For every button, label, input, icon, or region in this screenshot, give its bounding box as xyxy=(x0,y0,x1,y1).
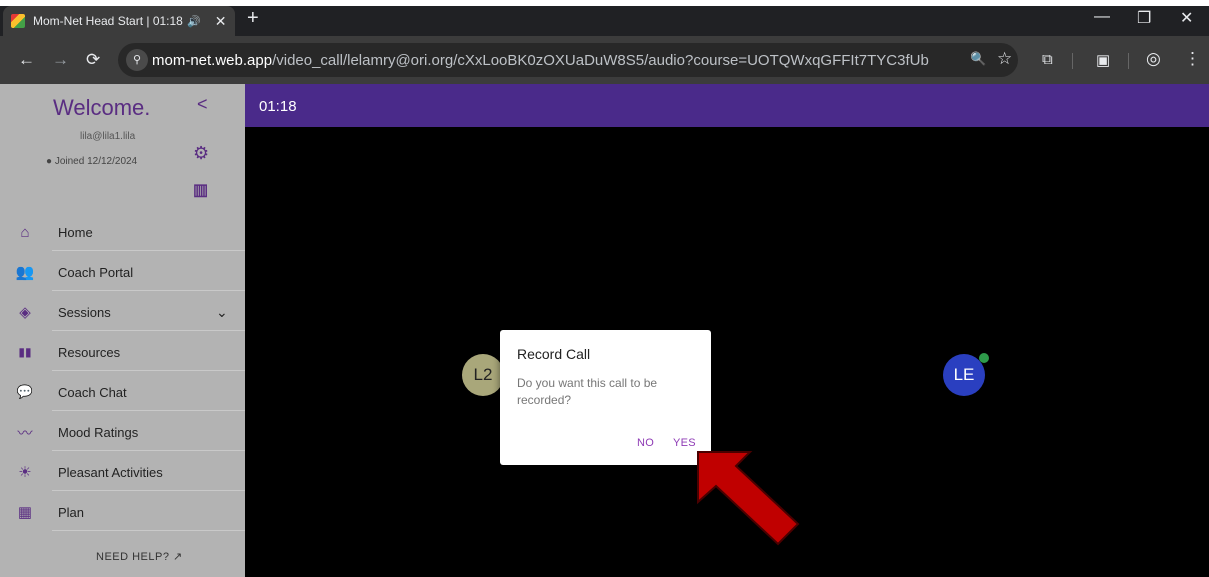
collapse-sidebar-icon[interactable]: < xyxy=(197,94,208,115)
url-host: mom-net.web.app xyxy=(152,52,273,69)
sidebar-item-sessions[interactable]: ◈ Sessions ⌄ xyxy=(0,292,245,332)
back-button[interactable]: ← xyxy=(18,50,35,70)
minimize-window-button[interactable]: — xyxy=(1094,8,1110,26)
browser-menu-icon[interactable]: ⋮ xyxy=(1184,49,1201,69)
sidebar-item-label: Home xyxy=(58,224,93,240)
layers-icon: ◈ xyxy=(19,304,31,321)
book-icon: ▮▮ xyxy=(18,345,32,359)
need-help-link[interactable]: NEED HELP? ↗ xyxy=(96,550,183,563)
profile-icon[interactable]: ◎ xyxy=(1146,49,1161,69)
dialog-title: Record Call xyxy=(517,346,591,362)
home-icon: ⌂ xyxy=(20,223,30,241)
browser-tab-strip: Mom-Net Head Start | 01:18 🔊 ✕ xyxy=(0,6,1209,36)
clock-icon: ● xyxy=(46,156,53,167)
audio-playing-icon[interactable]: 🔊 xyxy=(187,15,201,28)
sidebar-item-label: Mood Ratings xyxy=(58,424,139,440)
sun-icon: ☀ xyxy=(18,464,32,481)
zoom-icon[interactable]: 🔍 xyxy=(970,51,986,67)
close-window-button[interactable]: ✕ xyxy=(1180,8,1193,28)
forward-button[interactable]: → xyxy=(52,50,69,70)
joined-label: Joined 12/12/2024 xyxy=(54,156,138,167)
people-icon: 👥 xyxy=(15,264,35,281)
dialog-message: Do you want this call to be recorded? xyxy=(517,376,658,407)
sidebar-item-label: Sessions xyxy=(58,304,111,320)
sidebar-item-label: Plan xyxy=(58,504,85,520)
sidebar-item-label: Pleasant Activities xyxy=(58,464,163,480)
call-timer: 01:18 xyxy=(259,98,297,115)
sidebar-item-mood-ratings[interactable]: 〰 Mood Ratings xyxy=(0,412,245,452)
maximize-window-button[interactable]: ❐ xyxy=(1137,8,1151,28)
trend-line-icon: 〰 xyxy=(17,424,33,442)
user-email: lila@lila1.lila xyxy=(80,131,136,142)
reload-button[interactable]: ⟳ xyxy=(86,50,100,70)
settings-gear-icon[interactable]: ⚙ xyxy=(193,143,209,164)
sidebar-item-coach-portal[interactable]: 👥 Coach Portal xyxy=(0,252,245,292)
sidebar-item-pleasant-activities[interactable]: ☀ Pleasant Activities xyxy=(0,452,245,492)
online-status-dot xyxy=(979,353,989,363)
url-path: /video_call/lelamry@ori.org/cXxLooBK0zOX… xyxy=(272,52,929,69)
tab-title: Mom-Net Head Start | 01:18 xyxy=(33,14,183,28)
app-favicon-icon xyxy=(11,14,25,28)
sidebar-item-label: Coach Portal xyxy=(58,264,134,280)
library-icon[interactable]: ▥ xyxy=(193,180,208,200)
sidebar-item-coach-chat[interactable]: 💬 Coach Chat xyxy=(0,372,245,412)
sidebar-item-label: Resources xyxy=(58,344,121,360)
joined-date: ● Joined 12/12/2024 xyxy=(46,156,137,167)
sidebar-item-label: Coach Chat xyxy=(58,384,127,400)
chat-icon: 💬 xyxy=(16,384,34,399)
welcome-heading: Welcome. xyxy=(53,95,151,120)
extensions-icon[interactable]: ⧉ xyxy=(1042,51,1053,68)
sidebar-item-resources[interactable]: ▮▮ Resources xyxy=(0,332,245,372)
participant-avatar: L2 xyxy=(462,354,504,396)
site-settings-icon[interactable]: ⚲ xyxy=(126,49,148,71)
chevron-down-icon[interactable]: ⌄ xyxy=(216,304,228,321)
no-button[interactable]: NO xyxy=(637,437,654,449)
bookmark-star-icon[interactable]: ☆ xyxy=(997,49,1012,69)
calendar-icon: ▦ xyxy=(17,504,33,521)
sidebar-item-home[interactable]: ⌂ Home xyxy=(0,212,245,252)
sidebar-item-plan[interactable]: ▦ Plan xyxy=(0,492,245,532)
browser-tab[interactable]: Mom-Net Head Start | 01:18 🔊 ✕ xyxy=(3,6,235,36)
side-panel-icon[interactable]: ▣ xyxy=(1096,51,1110,69)
annotation-arrow-icon xyxy=(697,451,800,546)
tab-close-icon[interactable]: ✕ xyxy=(215,13,227,30)
call-header xyxy=(245,84,1209,127)
url-text[interactable]: mom-net.web.app/video_call/lelamry@ori.o… xyxy=(152,52,929,69)
new-tab-button[interactable]: + xyxy=(247,6,259,30)
